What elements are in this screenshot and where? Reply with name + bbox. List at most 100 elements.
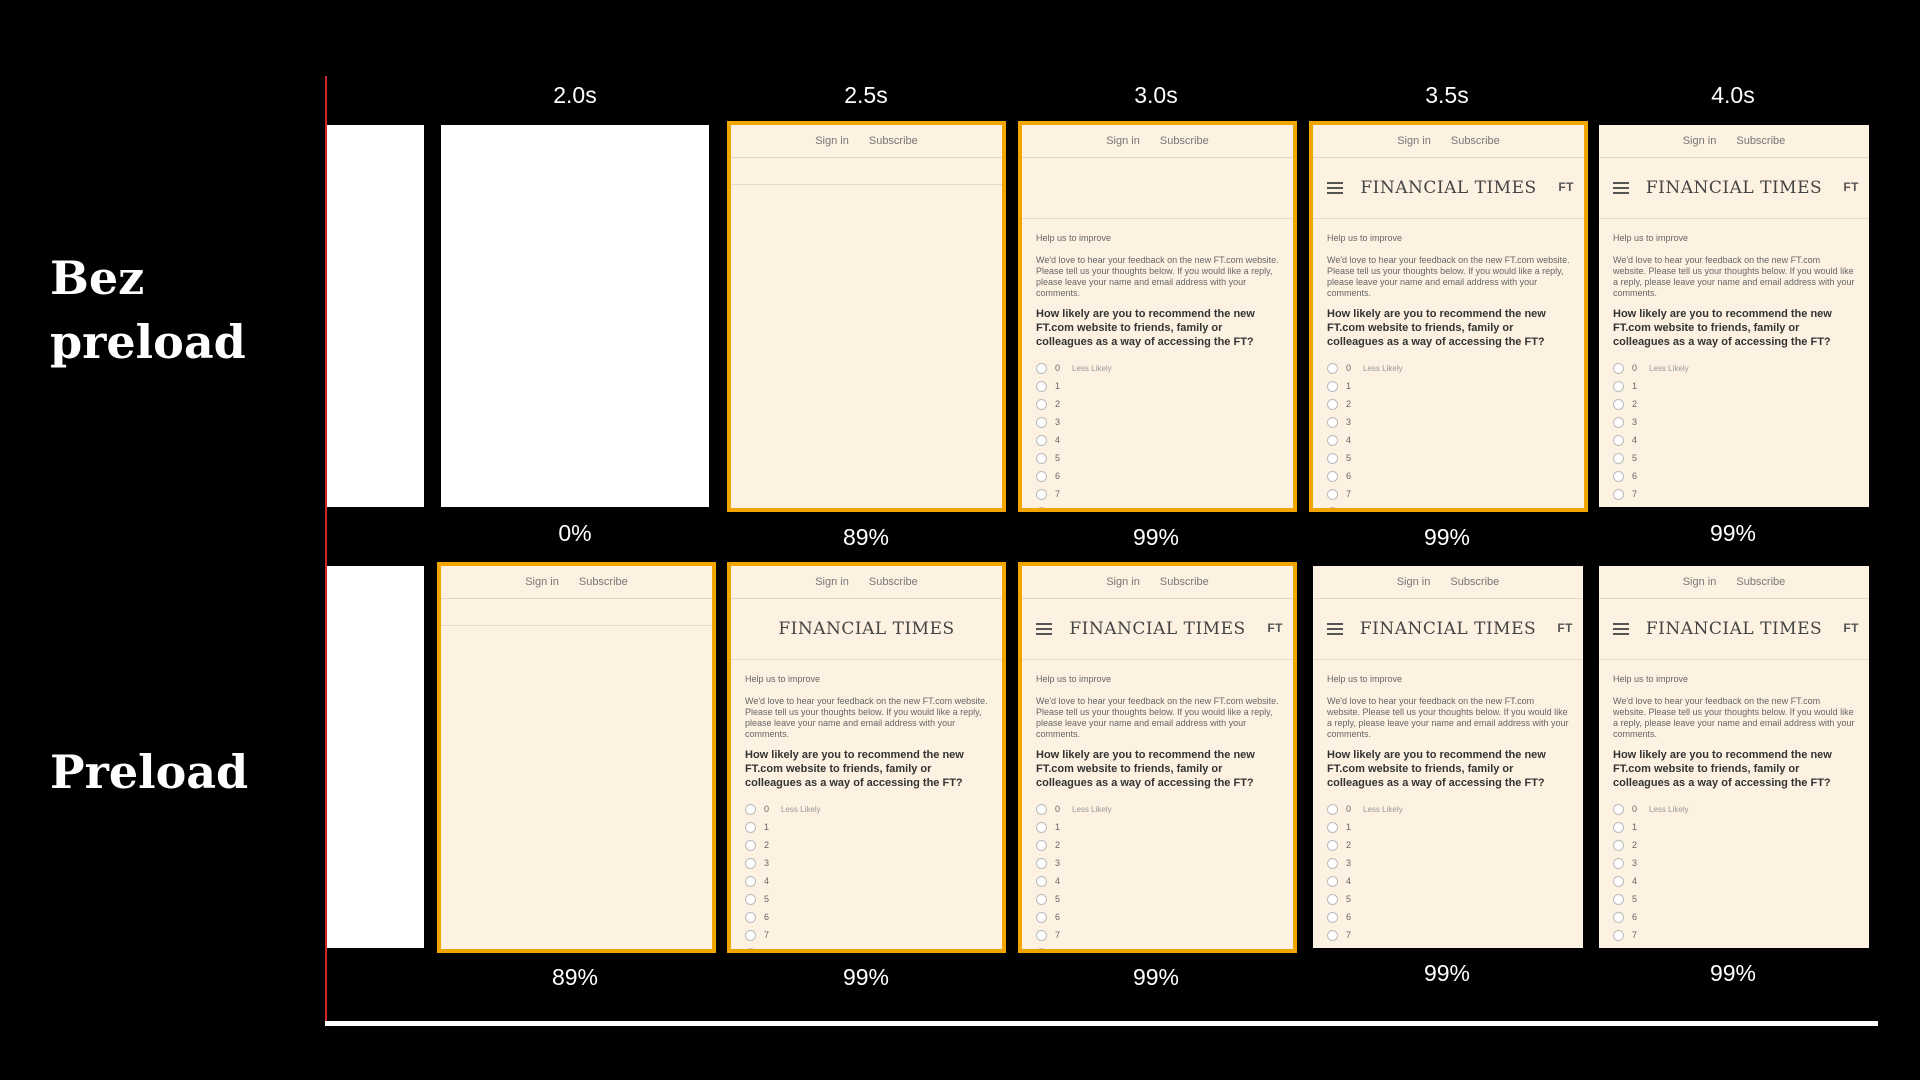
survey-option: 7 <box>745 926 988 944</box>
radio-button <box>1613 821 1624 833</box>
radio-button <box>1327 416 1338 428</box>
option-number: 0 <box>1055 804 1061 814</box>
option-number: 1 <box>1632 381 1638 391</box>
frame-page: Sign in Subscribe FINANCIAL TIMES FT Help us… <box>1599 566 1869 948</box>
survey-option: 5 <box>1036 890 1279 908</box>
hamburger-menu-icon <box>1613 623 1629 635</box>
survey-question: How likely are you to recommend the new … <box>1613 749 1832 789</box>
option-number: 5 <box>1055 453 1061 463</box>
option-number: 1 <box>764 822 770 832</box>
frame-pre-3-5: Sign in Subscribe FINANCIAL TIMES FT Help us… <box>1313 566 1583 948</box>
survey-option: 6 <box>1613 467 1855 485</box>
radio-button <box>745 839 756 851</box>
subscribe-link: Subscribe <box>1159 576 1209 588</box>
survey-help-heading: Help us to improve <box>745 674 821 684</box>
sign-in-link: Sign in <box>1106 576 1140 588</box>
frame-page: Sign in Subscribe <box>441 566 712 949</box>
hamburger-menu-icon <box>1327 182 1343 194</box>
option-number: 8 <box>764 948 770 953</box>
survey-option: 4 <box>1036 431 1279 449</box>
radio-button <box>745 947 756 949</box>
ft-logo-icon: FT <box>1558 180 1574 194</box>
radio-button <box>1036 398 1047 410</box>
radio-button <box>1036 839 1047 851</box>
frame-bez-partial <box>327 125 424 507</box>
survey-option: 1 <box>1613 818 1855 836</box>
option-number: 5 <box>1055 894 1061 904</box>
row-label-bez-preload: Bez preload <box>50 251 246 369</box>
pct-bez-4-0: 99% <box>1709 520 1757 546</box>
frame-bez-4-0: Sign in Subscribe FINANCIAL TIMES FT Help us… <box>1599 125 1869 507</box>
hamburger-menu-icon <box>1327 623 1343 635</box>
ft-logo-icon: FT <box>1267 621 1283 635</box>
survey-option: 8 <box>1613 503 1855 507</box>
time-label-2-0: 2.0s <box>553 82 597 108</box>
ft-logo-icon: FT <box>1843 180 1859 194</box>
survey-option: 1 <box>1613 377 1855 395</box>
survey-help-heading: Help us to improve <box>1327 674 1403 684</box>
radio-button <box>1036 893 1047 905</box>
sign-in-link: Sign in <box>1396 576 1431 588</box>
frame-page: Sign in Subscribe FINANCIAL TIMES FT Help us… <box>1599 125 1869 507</box>
pct-pre-2-5: 99% <box>842 964 890 990</box>
subscribe-link: Subscribe <box>1736 576 1786 588</box>
option-number: 4 <box>1632 876 1638 886</box>
option-number: 2 <box>1632 399 1638 409</box>
frame-topbar: Sign in Subscribe <box>1022 566 1293 599</box>
masthead-placeholder <box>441 599 712 626</box>
survey-content: Help us to improve We'd love to hear your… <box>1599 660 1869 948</box>
timeline-axis-horizontal <box>325 1021 1878 1026</box>
survey-option: 3 <box>1327 413 1570 431</box>
masthead: FINANCIAL TIMES FT <box>1022 599 1293 660</box>
survey-option: 4 <box>745 872 988 890</box>
survey-content: Help us to improve We'd love to hear your… <box>1022 219 1293 508</box>
radio-button <box>1327 470 1338 482</box>
option-number: 4 <box>764 876 770 886</box>
radio-button <box>1036 416 1047 428</box>
frame-topbar: Sign in Subscribe <box>1313 125 1584 158</box>
frame-topbar: Sign in Subscribe <box>1022 125 1293 158</box>
survey-option: 8 <box>745 944 988 953</box>
survey-option: 0 Less Likely <box>1036 359 1279 377</box>
radio-button <box>1327 893 1338 905</box>
frame-page: Sign in Subscribe FINANCIAL TIMES FT Help us… <box>1022 566 1293 949</box>
subscribe-link: Subscribe <box>1450 135 1500 147</box>
radio-button <box>1327 434 1338 446</box>
frame-pre-2-5: Sign in Subscribe FINANCIAL TIMES Help us t… <box>727 562 1006 953</box>
radio-button <box>1613 452 1624 464</box>
pct-bez-3-0: 99% <box>1132 524 1180 550</box>
radio-button <box>1327 875 1338 887</box>
sign-in-link: Sign in <box>1682 135 1717 147</box>
masthead-title: FINANCIAL TIMES <box>1360 178 1537 198</box>
option-number: 7 <box>1055 930 1061 940</box>
survey-option: 8 <box>1327 503 1570 508</box>
sign-in-link: Sign in <box>1106 135 1140 147</box>
frame-topbar: Sign in Subscribe <box>1599 566 1869 599</box>
option-number: 6 <box>1632 471 1638 481</box>
option-number: 1 <box>1346 822 1352 832</box>
frame-pre-2-0: Sign in Subscribe <box>437 562 716 953</box>
survey-option: 2 <box>1613 395 1855 413</box>
frame-bez-2-5: Sign in Subscribe <box>727 121 1006 512</box>
option-number: 7 <box>1055 489 1061 499</box>
survey-option: 8 <box>1036 944 1279 949</box>
survey-help-heading: Help us to improve <box>1613 233 1689 243</box>
survey-option: 2 <box>1036 395 1279 413</box>
option-number: 7 <box>1632 930 1638 940</box>
radio-button <box>1327 929 1338 941</box>
hamburger-menu-icon <box>1036 623 1052 635</box>
survey-option: 2 <box>745 836 988 854</box>
survey-option: 3 <box>1036 854 1279 872</box>
option-number: 3 <box>1055 417 1061 427</box>
radio-button <box>1327 911 1338 923</box>
survey-option: 1 <box>1327 377 1570 395</box>
masthead-title: FINANCIAL TIMES <box>1359 619 1537 639</box>
frame-page: Sign in Subscribe FINANCIAL TIMES FT Help us… <box>1313 566 1583 948</box>
frame-pre-partial <box>327 566 424 948</box>
survey-option: 2 <box>1036 836 1279 854</box>
sign-in-link: Sign in <box>525 576 559 588</box>
option-number: 7 <box>1632 489 1638 499</box>
option-number: 4 <box>1055 876 1061 886</box>
survey-option: 8 <box>1327 944 1569 948</box>
survey-question: How likely are you to recommend the new … <box>1327 308 1546 348</box>
